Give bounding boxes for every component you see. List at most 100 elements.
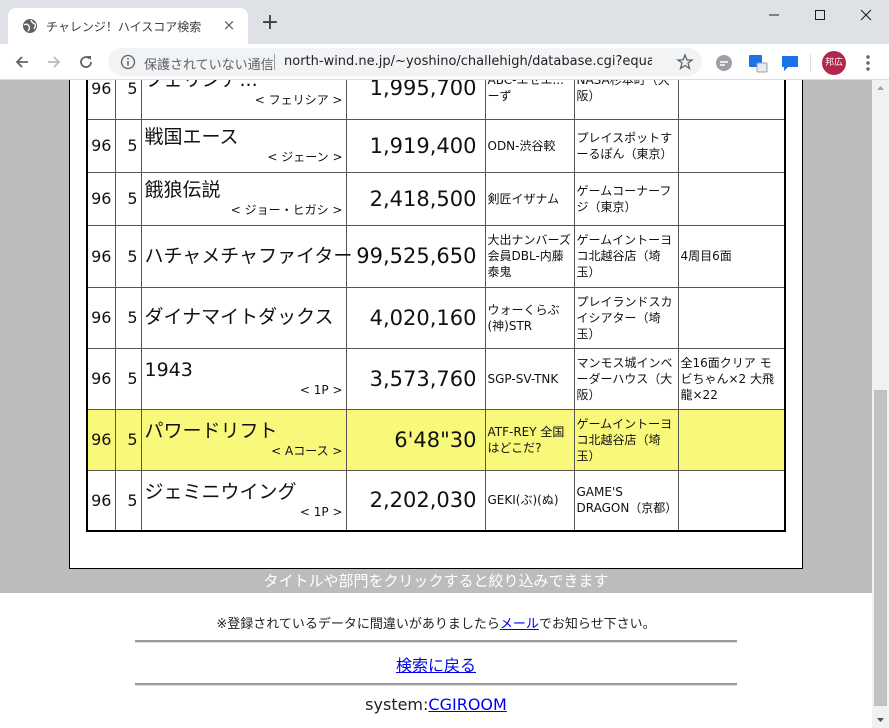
back-link-row: 検索に戻る (0, 652, 872, 676)
maximize-button[interactable] (797, 0, 843, 30)
table-row: 96 5 パワードリフト < Aコース >6'48"30 ATF-REY 全国はどこだ?… (86, 408, 786, 471)
game-title[interactable]: ハチャメチャファイター (145, 245, 353, 268)
number-cell: 5 (114, 80, 142, 120)
note-cell (677, 80, 786, 120)
url-text[interactable]: north-wind.ne.jp/~yoshino/challehigh/dat… (284, 54, 652, 69)
back-button[interactable] (10, 50, 34, 74)
security-status: 保護されていない通信 (144, 58, 274, 73)
year-cell: 96 (86, 469, 116, 532)
back-to-search-link[interactable]: 検索に戻る (396, 656, 476, 675)
tab-title: チャレンジ！ハイスコア検索 (46, 20, 202, 34)
category-label[interactable]: < Aコース > (145, 443, 342, 459)
arrow-left-icon (15, 56, 28, 68)
omnibox-divider (274, 54, 275, 70)
note-cell (677, 118, 786, 173)
page-viewport: 965フェリシア...< フェリシア >1,995,700ABC-エセエ...ー… (0, 80, 872, 728)
forward-button[interactable] (42, 50, 66, 74)
title-cell[interactable]: ダイナマイトダックス (140, 286, 347, 349)
notice-text-before: ※登録されているデータに間違いがありましたら (216, 617, 500, 632)
title-cell[interactable]: フェリシア...< フェリシア > (140, 80, 347, 120)
reload-button[interactable] (74, 50, 98, 74)
bookmark-extension-icon[interactable] (748, 53, 768, 73)
game-title[interactable]: ジェミニウイング (145, 481, 343, 504)
score-cell: 3,573,760 (345, 347, 486, 410)
results-panel: 965フェリシア...< フェリシア >1,995,700ABC-エセエ...ー… (69, 80, 803, 569)
year-cell: 96 (86, 286, 116, 349)
divider-top (135, 640, 737, 643)
scroll-thumb[interactable] (874, 390, 887, 706)
table-row: 96 5 ダイナマイトダックス 4,020,160 ウォーくらぶ(神)STR プレイランド… (86, 286, 786, 349)
game-title[interactable]: フェリシア... (145, 80, 343, 92)
player-cell: GEKI(ぶ)(ぬ) (484, 469, 575, 532)
message-extension-icon[interactable] (780, 53, 800, 73)
year-cell: 96 (86, 347, 116, 410)
toolbar-divider (810, 54, 811, 72)
profile-avatar[interactable]: 邦広 (822, 51, 846, 75)
info-icon[interactable] (120, 54, 136, 70)
table-row: 96 5 ハチャメチャファイター 99,525,650 大出ナンバーズ会員DBL-内藤泰… (86, 224, 786, 288)
score-cell: 2,202,030 (345, 469, 486, 532)
reload-icon (80, 56, 92, 68)
player-cell: 剣匠イザナム (484, 171, 575, 226)
browser-tab[interactable]: チャレンジ！ハイスコア検索 × (8, 8, 248, 44)
shop-cell: プレイランドスカイシアター（埼玉） (573, 286, 679, 349)
number-cell: 5 (114, 347, 142, 410)
shop-cell: ゲームイントーヨコ北越谷店（埼玉） (573, 408, 679, 471)
shop-cell: プレイスポットすーるぽん（東京） (573, 118, 679, 173)
close-window-button[interactable] (843, 0, 889, 30)
number-cell: 5 (114, 408, 142, 471)
title-cell[interactable]: パワードリフト < Aコース > (140, 408, 347, 471)
table-row: 96 5 ジェミニウイング < 1P >2,202,030 GEKI(ぶ)(ぬ) GAME… (86, 469, 786, 532)
number-cell: 5 (114, 171, 142, 226)
star-icon[interactable] (676, 53, 694, 71)
score-cell: 1,919,400 (345, 118, 486, 173)
player-cell: SGP-SV-TNK (484, 347, 575, 410)
score-cell: 2,418,500 (345, 171, 486, 226)
vertical-scrollbar[interactable] (872, 80, 889, 728)
number-cell: 5 (114, 118, 142, 173)
title-cell[interactable]: ハチャメチャファイター (140, 224, 353, 288)
system-credit: system:CGIROOM (0, 695, 872, 714)
game-title[interactable]: 戦国エース (145, 126, 343, 149)
category-label[interactable]: < ジェーン > (145, 149, 342, 165)
chat-extension-icon[interactable] (714, 53, 734, 73)
game-title[interactable]: ダイナマイトダックス (145, 306, 343, 329)
title-cell[interactable]: 餓狼伝説 < ジョー・ヒガシ > (140, 171, 347, 226)
score-cell: 4,020,160 (345, 286, 486, 349)
game-title[interactable]: 餓狼伝説 (145, 179, 343, 202)
category-label[interactable]: < 1P > (145, 504, 343, 520)
title-cell[interactable]: 1943 < 1P > (140, 347, 347, 410)
close-icon (860, 9, 872, 21)
category-label[interactable]: < 1P > (145, 382, 343, 398)
category-label[interactable]: < フェリシア > (145, 92, 343, 108)
scroll-down-icon[interactable] (872, 711, 889, 728)
scroll-up-icon[interactable] (872, 80, 889, 97)
address-bar[interactable]: 保護されていない通信 north-wind.ne.jp/~yoshino/cha… (108, 48, 702, 76)
year-cell: 96 (86, 171, 116, 226)
player-cell: ウォーくらぶ(神)STR (484, 286, 575, 349)
title-cell[interactable]: 戦国エース < ジェーン > (140, 118, 347, 173)
year-cell: 96 (86, 118, 116, 173)
shop-cell: マンモス城インベーダーハウス（大阪） (573, 347, 679, 410)
game-title[interactable]: パワードリフト (145, 420, 343, 443)
cgiroom-link[interactable]: CGIROOM (428, 695, 506, 714)
title-cell[interactable]: ジェミニウイング < 1P > (140, 469, 347, 532)
shop-cell: GAME'S DRAGON（京都） (573, 469, 679, 532)
note-cell: 4周目6面 (677, 224, 786, 288)
globe-icon (23, 19, 37, 33)
game-title[interactable]: 1943 (145, 359, 343, 382)
kebab-menu-icon[interactable] (858, 53, 878, 73)
maximize-icon (815, 10, 825, 20)
note-cell (677, 408, 786, 471)
shop-cell: ゲームイントーヨコ北越谷店（埼玉） (573, 224, 679, 288)
new-tab-button[interactable]: + (260, 12, 280, 34)
mail-link[interactable]: メール (500, 617, 539, 632)
tab-close-icon[interactable]: × (220, 16, 238, 34)
minimize-button[interactable] (751, 0, 797, 30)
category-label[interactable]: < ジョー・ヒガシ > (145, 202, 343, 218)
credit-label: system: (365, 695, 429, 714)
year-cell: 96 (86, 408, 116, 471)
player-cell: ODN-渋谷較 (484, 118, 575, 173)
divider-bottom (135, 683, 737, 686)
table-row: 96 5 1943 < 1P >3,573,760 SGP-SV-TNK マンモス城インベ… (86, 347, 786, 410)
